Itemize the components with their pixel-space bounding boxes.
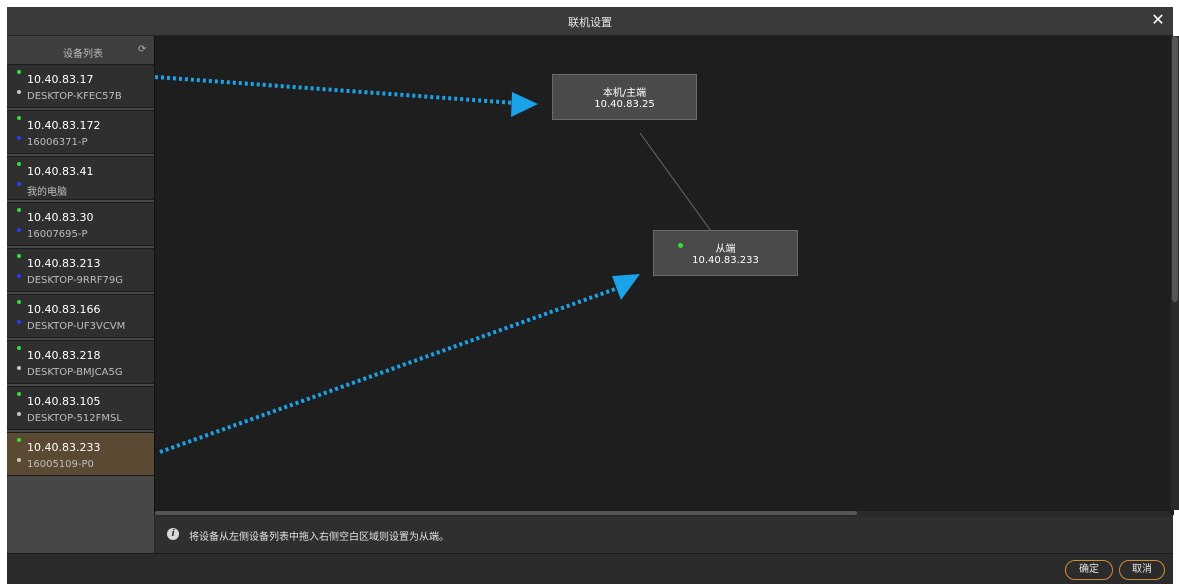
device-hostname: 16006371-P xyxy=(27,137,88,148)
online-status-dot xyxy=(17,208,21,212)
device-ip: 10.40.83.233 xyxy=(27,441,101,454)
device-ip: 10.40.83.105 xyxy=(27,395,101,408)
device-hostname: DESKTOP-512FMSL xyxy=(27,413,122,424)
slave-node[interactable]: 从端 10.40.83.233 xyxy=(653,230,798,276)
device-item[interactable]: 10.40.83.105 DESKTOP-512FMSL xyxy=(7,386,154,430)
device-item[interactable]: 10.40.83.30 16007695-P xyxy=(7,202,154,246)
device-item[interactable]: 10.40.83.233 16005109-P0 xyxy=(7,432,154,476)
device-item[interactable]: 10.40.83.172 16006371-P xyxy=(7,110,154,154)
device-hostname: 16007695-P xyxy=(27,229,88,240)
vertical-scroll-thumb[interactable] xyxy=(1172,36,1178,302)
online-status-dot xyxy=(17,254,21,258)
info-bar: i 将设备从左侧设备列表中拖入右侧空白区域则设置为从端。 xyxy=(155,517,1173,553)
online-status-dot xyxy=(17,300,21,304)
device-type-dot xyxy=(17,90,21,94)
device-type-dot xyxy=(17,366,21,370)
master-node-ip: 10.40.83.25 xyxy=(594,99,655,110)
device-item[interactable]: 10.40.83.218 DESKTOP-BMJCA5G xyxy=(7,340,154,384)
device-ip: 10.40.83.17 xyxy=(27,73,94,86)
device-ip: 10.40.83.30 xyxy=(27,211,94,224)
device-hostname: DESKTOP-UF3VCVM xyxy=(27,321,126,332)
online-status-dot xyxy=(17,392,21,396)
device-ip: 10.40.83.218 xyxy=(27,349,101,362)
device-hostname: DESKTOP-BMJCA5G xyxy=(27,367,123,378)
device-item[interactable]: 10.40.83.166 DESKTOP-UF3VCVM xyxy=(7,294,154,338)
master-node-label: 本机/主端 xyxy=(602,88,647,99)
network-settings-dialog: 联机设置 ✕ 设备列表 ⟳ 10.40.83.17 DESKTOP-KFEC57B… xyxy=(7,7,1179,584)
device-ip: 10.40.83.41 xyxy=(27,165,94,178)
vertical-scrollbar[interactable] xyxy=(1171,36,1179,510)
online-status-dot xyxy=(17,346,21,350)
slave-node-ip: 10.40.83.233 xyxy=(692,255,759,266)
title-bar: 联机设置 ✕ xyxy=(7,7,1173,36)
online-status-dot xyxy=(17,162,21,166)
device-item[interactable]: 10.40.83.41 我的电脑 xyxy=(7,156,154,200)
horizontal-scroll-thumb[interactable] xyxy=(155,511,857,515)
device-type-dot xyxy=(17,412,21,416)
device-type-dot xyxy=(17,136,21,140)
master-node[interactable]: 本机/主端 10.40.83.25 xyxy=(552,74,697,120)
online-status-dot xyxy=(17,116,21,120)
topology-canvas[interactable]: 本机/主端 10.40.83.25 从端 10.40.83.233 xyxy=(154,36,1174,515)
device-type-dot xyxy=(17,274,21,278)
device-ip: 10.40.83.166 xyxy=(27,303,101,316)
device-item[interactable]: 10.40.83.17 DESKTOP-KFEC57B xyxy=(7,64,154,108)
device-type-dot xyxy=(17,182,21,186)
online-status-dot xyxy=(17,438,21,442)
close-icon[interactable]: ✕ xyxy=(1149,10,1167,30)
device-type-dot xyxy=(17,228,21,232)
info-text: 将设备从左侧设备列表中拖入右侧空白区域则设置为从端。 xyxy=(189,532,449,543)
refresh-icon[interactable]: ⟳ xyxy=(138,44,146,55)
device-item[interactable]: 10.40.83.213 DESKTOP-9RRF79G xyxy=(7,248,154,292)
device-hostname: DESKTOP-KFEC57B xyxy=(27,91,122,102)
device-type-dot xyxy=(17,320,21,324)
device-list-title: 设备列表 xyxy=(63,49,103,60)
device-ip: 10.40.83.213 xyxy=(27,257,101,270)
online-status-dot xyxy=(17,70,21,74)
device-list-panel: 设备列表 ⟳ 10.40.83.17 DESKTOP-KFEC57B 10.40.8… xyxy=(7,36,154,553)
device-hostname: 我的电脑 xyxy=(27,187,67,198)
slave-node-label: 从端 xyxy=(715,244,736,255)
device-ip: 10.40.83.172 xyxy=(27,119,101,132)
device-hostname: DESKTOP-9RRF79G xyxy=(27,275,124,286)
dialog-title: 联机设置 xyxy=(568,16,612,29)
master-slave-connector xyxy=(639,132,712,232)
cancel-button[interactable]: 取消 xyxy=(1119,560,1165,580)
device-list-header: 设备列表 ⟳ xyxy=(7,36,154,64)
dialog-footer: 确定 取消 xyxy=(7,553,1173,584)
ok-button[interactable]: 确定 xyxy=(1065,560,1113,580)
device-hostname: 16005109-P0 xyxy=(27,459,94,470)
info-icon: i xyxy=(167,528,179,540)
device-type-dot xyxy=(17,458,21,462)
